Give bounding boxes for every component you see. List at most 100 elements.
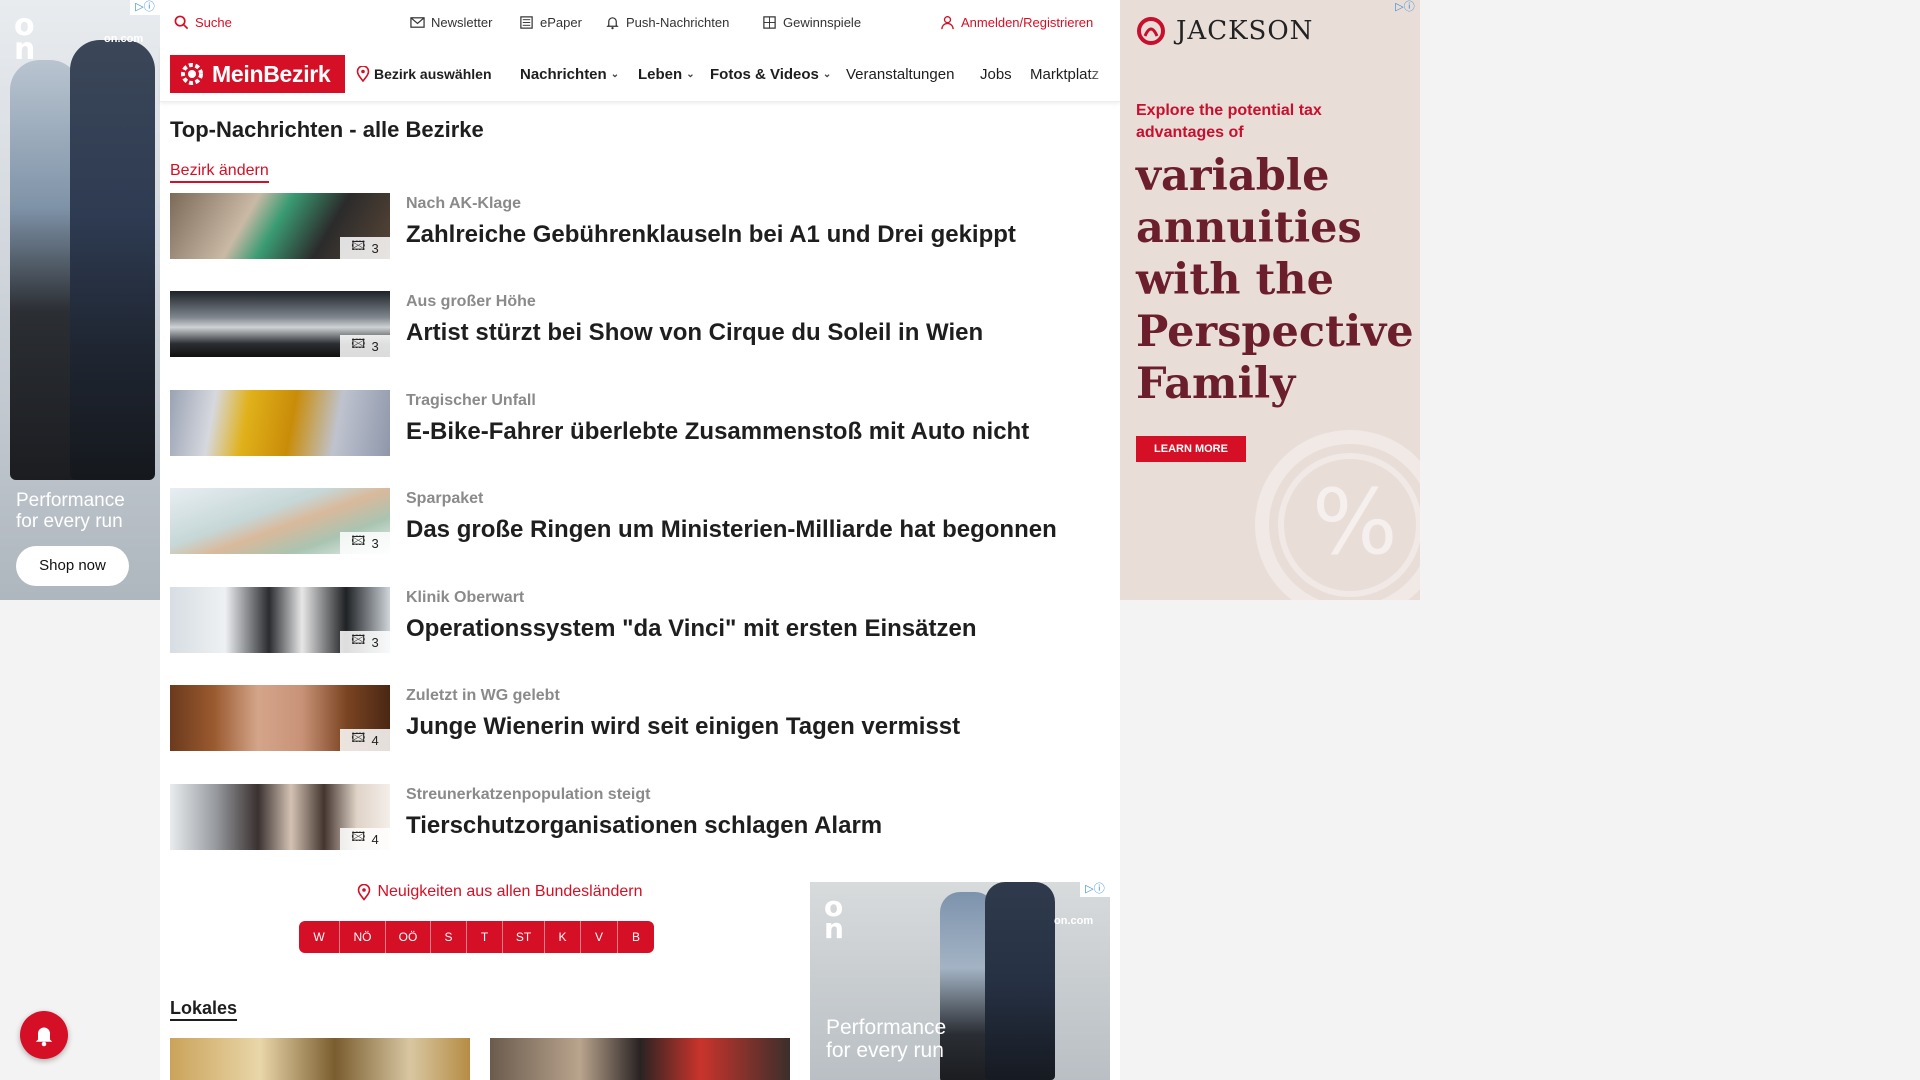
article-kicker: Tragischer Unfall bbox=[406, 392, 536, 409]
state-selector: W NÖ OÖ S T ST K V B bbox=[299, 921, 654, 953]
jackson-brand: JACKSON bbox=[1176, 16, 1314, 46]
article-headline[interactable]: Tierschutzorganisationen schlagen Alarm bbox=[406, 812, 882, 840]
local-article-thumbnail[interactable] bbox=[170, 1038, 470, 1080]
image-count-badge: 🖾 3 bbox=[340, 532, 390, 554]
nav-photos-videos[interactable]: Fotos & Videos ⌄ bbox=[710, 66, 831, 83]
article-item[interactable]: 🖾 3 Nach AK-Klage Zahlreiche Gebührenklau… bbox=[170, 193, 1110, 259]
state-button-w[interactable]: W bbox=[299, 921, 340, 953]
nav-events[interactable]: Veranstaltungen bbox=[846, 66, 954, 83]
nav-jobs-label: Jobs bbox=[980, 66, 1012, 83]
bell-icon bbox=[35, 1027, 53, 1047]
gallery-icon: 🖾 bbox=[351, 533, 366, 548]
shop-now-button[interactable]: Shop now bbox=[16, 546, 129, 586]
page-title: Top-Nachrichten - alle Bezirke bbox=[170, 117, 484, 142]
main-navigation: MeinBezirk Bezirk auswählen Nachrichten ⌄… bbox=[160, 46, 1120, 102]
notification-bell-button[interactable] bbox=[20, 1011, 68, 1059]
nav-marketplace[interactable]: Marktplatz bbox=[1030, 66, 1113, 83]
adchoices-icon[interactable]: ▷ⓘ bbox=[1390, 0, 1420, 15]
article-item[interactable]: 🖾 4 Streunerkatzenpopulation steigt Tiers… bbox=[170, 784, 1110, 850]
article-item[interactable]: 🖾 4 Zuletzt in WG gelebt Junge Wienerin w… bbox=[170, 685, 1110, 751]
adchoices-icon[interactable]: ▷ⓘ bbox=[130, 0, 160, 15]
article-headline[interactable]: Junge Wienerin wird seit einigen Tagen v… bbox=[406, 713, 960, 741]
right-skyscraper-ad[interactable]: JACKSON Explore the potential tax advant… bbox=[1120, 0, 1420, 600]
logo-text: MeinBezirk bbox=[212, 60, 331, 87]
state-button-t[interactable]: T bbox=[467, 921, 503, 953]
user-icon bbox=[941, 16, 954, 30]
state-button-v[interactable]: V bbox=[581, 921, 618, 953]
article-kicker: Aus großer Höhe bbox=[406, 293, 536, 310]
epaper-label: ePaper bbox=[540, 15, 582, 30]
image-count-badge: 🖾 3 bbox=[340, 335, 390, 357]
article-thumbnail bbox=[170, 390, 390, 456]
logo-flower-icon bbox=[181, 63, 203, 85]
image-count: 3 bbox=[371, 338, 379, 354]
ad-subheading: Explore the potential tax advantages of bbox=[1136, 102, 1322, 141]
push-label: Push-Nachrichten bbox=[626, 15, 730, 30]
state-button-st[interactable]: ST bbox=[503, 921, 545, 953]
percent-symbol: % bbox=[1312, 470, 1398, 575]
push-notifications-link[interactable]: Push-Nachrichten bbox=[605, 15, 729, 30]
envelope-icon bbox=[410, 17, 425, 28]
article-kicker: Klinik Oberwart bbox=[406, 589, 525, 606]
gift-icon bbox=[763, 16, 776, 29]
site-logo[interactable]: MeinBezirk bbox=[170, 55, 345, 93]
epaper-link[interactable]: ePaper bbox=[519, 15, 582, 30]
nav-life[interactable]: Leben ⌄ bbox=[638, 66, 695, 83]
image-count: 3 bbox=[371, 634, 379, 650]
jackson-logo: JACKSON bbox=[1136, 16, 1313, 46]
state-button-noe[interactable]: NÖ bbox=[340, 921, 386, 953]
gallery-icon: 🖾 bbox=[351, 632, 366, 647]
chevron-down-icon: ⌄ bbox=[822, 69, 832, 80]
sweepstakes-label: Gewinnspiele bbox=[783, 15, 862, 30]
article-item[interactable]: Tragischer Unfall E-Bike-Fahrer überlebt… bbox=[170, 390, 1110, 456]
article-headline[interactable]: Operationssystem "da Vinci" mit ersten E… bbox=[406, 615, 977, 643]
location-pin-icon bbox=[358, 883, 371, 901]
article-thumbnail: 🖾 3 bbox=[170, 488, 390, 554]
change-district-link[interactable]: Bezirk ändern bbox=[170, 162, 269, 183]
left-skyscraper-ad[interactable]: on on.com Performance for every run Shop… bbox=[0, 0, 160, 600]
state-button-ooe[interactable]: OÖ bbox=[386, 921, 431, 953]
article-item[interactable]: 🖾 3 Klinik Oberwart Operationssystem "da … bbox=[170, 587, 1110, 653]
article-thumbnail: 🖾 3 bbox=[170, 587, 390, 653]
article-headline[interactable]: E-Bike-Fahrer überlebte Zusammenstoß mit… bbox=[406, 418, 1029, 446]
state-button-k[interactable]: K bbox=[545, 921, 581, 953]
article-kicker: Sparpaket bbox=[406, 490, 484, 507]
image-count-badge: 🖾 3 bbox=[340, 631, 390, 653]
all-states-label: Neuigkeiten aus allen Bundesländern bbox=[377, 883, 643, 900]
ad-model-image bbox=[70, 40, 155, 480]
article-headline[interactable]: Artist stürzt bei Show von Cirque du Sol… bbox=[406, 319, 983, 347]
location-pin-icon bbox=[356, 66, 370, 82]
article-headline[interactable]: Zahlreiche Gebührenklauseln bei A1 und D… bbox=[406, 221, 1016, 249]
select-district-label: Bezirk auswählen bbox=[374, 66, 492, 82]
select-district-button[interactable]: Bezirk auswählen bbox=[356, 66, 492, 82]
state-button-b[interactable]: B bbox=[618, 921, 654, 953]
nav-news[interactable]: Nachrichten ⌄ bbox=[520, 66, 619, 83]
article-headline[interactable]: Das große Ringen um Ministerien-Milliard… bbox=[406, 516, 1057, 544]
article-item[interactable]: 🖾 3 Aus großer Höhe Artist stürzt bei Sho… bbox=[170, 291, 1110, 357]
article-thumbnail: 🖾 4 bbox=[170, 685, 390, 751]
state-button-s[interactable]: S bbox=[431, 921, 467, 953]
gallery-icon: 🖾 bbox=[351, 238, 366, 253]
article-thumbnail: 🖾 4 bbox=[170, 784, 390, 850]
ad-headline: variable annuities with the Perspective … bbox=[1136, 151, 1414, 409]
all-states-link[interactable]: Neuigkeiten aus allen Bundesländern bbox=[320, 883, 680, 901]
ad-domain: on.com bbox=[1054, 915, 1094, 927]
chevron-down-icon: ⌄ bbox=[610, 69, 620, 80]
login-link[interactable]: Anmelden/Registrieren bbox=[940, 15, 1093, 30]
image-count-badge: 🖾 3 bbox=[340, 237, 390, 259]
medium-rectangle-ad[interactable]: on on.com Performance for every run ▷ⓘ bbox=[810, 882, 1110, 1080]
nav-photos-label: Fotos & Videos bbox=[710, 66, 819, 83]
sweepstakes-link[interactable]: Gewinnspiele bbox=[762, 15, 861, 30]
adchoices-icon[interactable]: ▷ⓘ bbox=[1080, 882, 1110, 897]
nav-marketplace-label: Marktplatz bbox=[1030, 66, 1100, 83]
learn-more-button[interactable]: LEARN MORE bbox=[1136, 436, 1246, 462]
image-count: 3 bbox=[371, 240, 379, 256]
gallery-icon: 🖾 bbox=[351, 730, 366, 745]
chevron-down-icon: ⌄ bbox=[686, 69, 695, 80]
newsletter-link[interactable]: Newsletter bbox=[410, 15, 492, 30]
nav-jobs[interactable]: Jobs bbox=[980, 66, 1012, 83]
local-article-thumbnail[interactable] bbox=[490, 1038, 790, 1080]
search-link[interactable]: Suche bbox=[174, 15, 232, 30]
article-item[interactable]: 🖾 3 Sparpaket Das große Ringen um Ministe… bbox=[170, 488, 1110, 554]
search-label: Suche bbox=[195, 15, 232, 30]
